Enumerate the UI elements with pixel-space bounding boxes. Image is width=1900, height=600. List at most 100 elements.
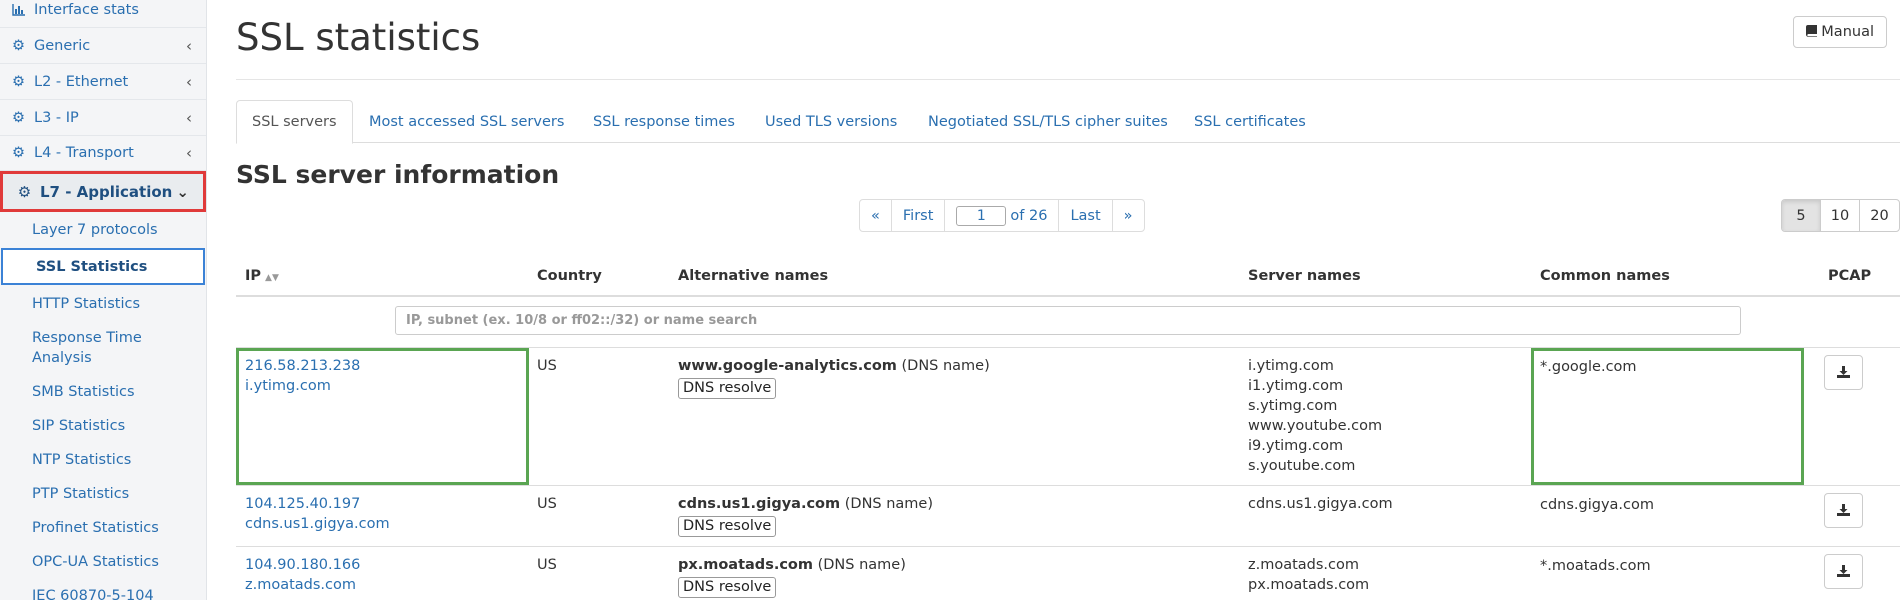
tab-ssl-certificates[interactable]: SSL certificates	[1194, 100, 1306, 143]
alternative-name: cdns.us1.gigya.com	[678, 496, 841, 512]
sidebar-subitem-response-time-analysis[interactable]: Response Time Analysis	[0, 328, 150, 368]
sidebar-subitem-ptp-statistics[interactable]: PTP Statistics	[0, 484, 206, 504]
column-header-ip[interactable]: IP ▲▼	[245, 268, 279, 284]
country-cell: US	[537, 496, 557, 512]
column-header-label: IP	[245, 268, 262, 284]
dns-resolve-button[interactable]: DNS resolve	[678, 577, 777, 598]
server-name: s.youtube.com	[1248, 458, 1356, 474]
host-link[interactable]: z.moatads.com	[245, 575, 360, 595]
sidebar-item-l3-ip[interactable]: ⚙ L3 - IP ‹	[0, 101, 206, 136]
alternative-name: px.moatads.com	[678, 557, 813, 573]
server-name: px.moatads.com	[1248, 577, 1370, 593]
page-size-20[interactable]: 20	[1860, 200, 1899, 231]
server-name: z.moatads.com	[1248, 557, 1360, 573]
common-name-cell: cdns.gigya.com	[1540, 497, 1655, 513]
download-icon	[1837, 501, 1850, 520]
table-header-divider	[236, 295, 1900, 297]
first-page-button[interactable]: First	[892, 200, 946, 231]
country-cell: US	[537, 358, 557, 374]
column-header-alternative-names: Alternative names	[678, 268, 829, 284]
dns-resolve-button[interactable]: DNS resolve	[678, 516, 777, 537]
sidebar-subitem-http-statistics[interactable]: HTTP Statistics	[0, 294, 206, 314]
section-title: SSL server information	[236, 160, 560, 189]
page-size-selector: 5 10 20	[1781, 199, 1900, 232]
sidebar-item-interface-stats[interactable]: Interface stats	[0, 0, 206, 28]
highlight-box	[236, 348, 529, 485]
server-name: i.ytimg.com	[1248, 358, 1334, 374]
sidebar-item-label: Interface stats	[34, 2, 139, 18]
column-header-pcap: PCAP	[1828, 268, 1872, 284]
ip-link[interactable]: 104.125.40.197	[245, 494, 390, 514]
pcap-download-button[interactable]	[1824, 355, 1863, 390]
tab-negotiated-cipher-suites[interactable]: Negotiated SSL/TLS cipher suites	[928, 100, 1168, 143]
page-size-10[interactable]: 10	[1821, 200, 1860, 231]
sidebar-subitem-profinet-statistics[interactable]: Profinet Statistics	[0, 518, 206, 538]
table-row-3-ip-cell: 104.90.180.166 z.moatads.com	[245, 555, 360, 595]
page-count: of 26	[1010, 207, 1048, 224]
gear-icon: ⚙	[12, 74, 25, 90]
country-cell: US	[537, 557, 557, 573]
page-selector: of 26	[945, 200, 1060, 231]
sidebar-item-l4-transport[interactable]: ⚙ L4 - Transport ‹	[0, 136, 206, 171]
sidebar-subitem-sip-statistics[interactable]: SIP Statistics	[0, 416, 206, 436]
server-names-cell: i.ytimg.com i1.ytimg.com s.ytimg.com www…	[1248, 356, 1382, 476]
column-header-country: Country	[537, 268, 602, 284]
server-name: i9.ytimg.com	[1248, 438, 1344, 454]
host-link[interactable]: cdns.us1.gigya.com	[245, 514, 390, 534]
table-row-2-ip-cell: 104.125.40.197 cdns.us1.gigya.com	[245, 494, 390, 534]
main-content: SSL statistics Manual SSL servers Most a…	[236, 0, 1900, 600]
chevron-left-icon: ‹	[186, 37, 192, 55]
next-page-button[interactable]: »	[1113, 200, 1144, 231]
tab-ssl-servers[interactable]: SSL servers	[236, 100, 353, 144]
dns-name-suffix: (DNS name)	[901, 358, 990, 374]
sidebar-subitem-opc-ua-statistics[interactable]: OPC-UA Statistics	[0, 552, 206, 572]
server-name: cdns.us1.gigya.com	[1248, 496, 1393, 512]
gear-icon: ⚙	[12, 145, 25, 161]
page-size-5[interactable]: 5	[1782, 200, 1821, 231]
sidebar-subitem-smb-statistics[interactable]: SMB Statistics	[0, 382, 206, 402]
manual-label: Manual	[1821, 24, 1874, 40]
server-names-cell: cdns.us1.gigya.com	[1248, 494, 1393, 514]
column-header-server-names: Server names	[1248, 268, 1361, 284]
sidebar-item-generic[interactable]: ⚙ Generic ‹	[0, 29, 206, 64]
chevron-left-icon: ‹	[186, 144, 192, 162]
sidebar-subitem-ntp-statistics[interactable]: NTP Statistics	[0, 450, 206, 470]
dns-name-suffix: (DNS name)	[817, 557, 906, 573]
chevron-left-icon: ‹	[186, 73, 192, 91]
page-number-input[interactable]	[956, 205, 1007, 226]
manual-button[interactable]: Manual	[1792, 16, 1887, 48]
server-name: i1.ytimg.com	[1248, 378, 1344, 394]
page-title: SSL statistics	[236, 16, 481, 59]
sidebar-subitem-iec-60870[interactable]: IEC 60870-5-104	[0, 586, 206, 600]
search-input[interactable]	[395, 306, 1741, 335]
sidebar-item-label: L7 - Application	[40, 182, 173, 201]
sidebar-subitem-ssl-statistics[interactable]: SSL Statistics	[1, 248, 205, 285]
gear-icon: ⚙	[12, 110, 25, 126]
pcap-download-button[interactable]	[1824, 493, 1863, 528]
tab-bar: SSL servers Most accessed SSL servers SS…	[236, 100, 1900, 144]
tab-used-tls-versions[interactable]: Used TLS versions	[765, 100, 897, 143]
sidebar-subitem-layer7-protocols[interactable]: Layer 7 protocols	[0, 220, 206, 240]
sidebar-item-l7-application[interactable]: ⚙ L7 - Application ⌄	[0, 171, 206, 212]
alternative-name: www.google-analytics.com	[678, 358, 897, 374]
download-icon	[1837, 363, 1850, 382]
server-names-cell: z.moatads.com px.moatads.com	[1248, 555, 1369, 595]
divider	[236, 79, 1900, 80]
row-divider	[236, 485, 1900, 486]
book-icon	[1805, 24, 1822, 40]
sidebar-item-label: L2 - Ethernet	[34, 74, 129, 90]
chevron-down-icon: ⌄	[176, 182, 189, 201]
prev-page-button[interactable]: «	[860, 200, 892, 231]
dns-name-suffix: (DNS name)	[844, 496, 934, 512]
alternative-names-cell: px.moatads.com (DNS name) DNS resolve	[678, 555, 906, 598]
sidebar-item-label: Generic	[34, 38, 91, 54]
tab-ssl-response-times[interactable]: SSL response times	[593, 100, 735, 143]
ip-link[interactable]: 104.90.180.166	[245, 555, 360, 575]
sidebar-item-l2-ethernet[interactable]: ⚙ L2 - Ethernet ‹	[0, 65, 206, 100]
sidebar: Interface stats ⚙ Generic ‹ ⚙ L2 - Ether…	[0, 0, 207, 600]
last-page-button[interactable]: Last	[1059, 200, 1113, 231]
tab-most-accessed-ssl-servers[interactable]: Most accessed SSL servers	[369, 100, 564, 143]
dns-resolve-button[interactable]: DNS resolve	[678, 378, 777, 399]
highlight-box	[1531, 348, 1804, 485]
pcap-download-button[interactable]	[1824, 554, 1863, 589]
